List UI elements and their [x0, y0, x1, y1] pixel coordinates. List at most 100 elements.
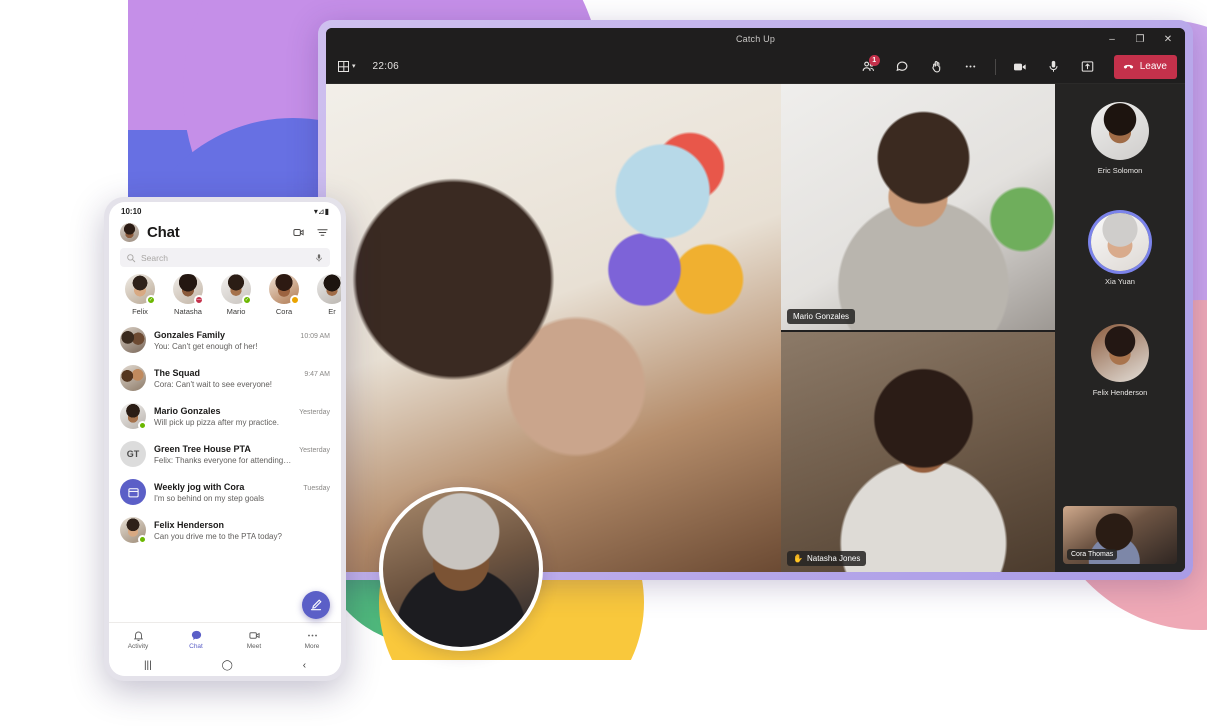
chat-list-item[interactable]: GT Green Tree House PTA Yesterday Felix:… [109, 435, 341, 473]
rail-participant-eric[interactable]: Eric Solomon [1091, 102, 1149, 175]
view-switcher-button[interactable]: ▾ [334, 58, 360, 75]
avatar-initials: GT [120, 441, 146, 467]
filter-button[interactable] [314, 225, 330, 241]
chat-timestamp: 9:47 AM [304, 370, 330, 378]
chat-icon [896, 61, 908, 72]
raise-hand-icon [932, 60, 941, 73]
home-button[interactable]: ◯ [222, 660, 233, 671]
bell-icon [133, 631, 143, 641]
video-feed-mario [781, 84, 1055, 330]
leave-call-button[interactable]: Leave [1113, 54, 1177, 79]
compose-icon [310, 599, 322, 611]
chat-list-item[interactable]: Mario Gonzales Yesterday Will pick up pi… [109, 397, 341, 435]
chat-item-header: Gonzales Family 10:09 AM [154, 330, 330, 340]
minimize-button[interactable]: – [1099, 29, 1125, 49]
share-screen-button[interactable] [1074, 55, 1102, 79]
chat-button[interactable] [889, 55, 917, 79]
more-options-button[interactable] [957, 55, 985, 79]
video-feed-main [326, 84, 781, 572]
avatar [1091, 324, 1149, 382]
participant-name: Felix Henderson [1092, 388, 1148, 397]
strip-person-eric[interactable]: Er [308, 274, 341, 316]
back-button[interactable]: ‹ [303, 660, 306, 671]
compose-message-button[interactable] [302, 591, 330, 619]
avatar[interactable] [120, 223, 139, 242]
screenshot-canvas: Catch Up – ❐ ✕ ▾ 22:06 1 Leave Mario Gon… [0, 0, 1207, 726]
presence-glyph: ✓ [244, 296, 250, 303]
camera-icon [1013, 63, 1026, 70]
search-bar[interactable]: Search [120, 248, 330, 267]
strip-person-mario[interactable]: ✓ Mario [212, 274, 260, 316]
nameplate-self: Cora Thomas [1067, 549, 1118, 560]
chat-icon [191, 630, 201, 640]
chat-item-header: Weekly jog with Cora Tuesday [154, 482, 330, 492]
presence-badge-available: ✓ [146, 295, 156, 305]
avatar [1091, 213, 1149, 271]
search-input[interactable]: Search [141, 253, 309, 263]
chat-title: Weekly jog with Cora [154, 481, 245, 492]
ellipsis-icon [307, 634, 317, 636]
chat-preview: You: Can't get enough of her! [154, 341, 258, 351]
raise-hand-button[interactable] [923, 55, 951, 79]
meet-now-button[interactable] [290, 225, 306, 241]
chat-preview: Can you drive me to the PTA today? [154, 531, 282, 541]
filter-icon [316, 229, 328, 236]
chat-preview: Will pick up pizza after my practice. [154, 417, 279, 427]
presence-badge-available [138, 421, 147, 430]
chat-title: Felix Henderson [154, 519, 225, 530]
nav-item-activity[interactable]: Activity [109, 623, 167, 655]
chat-preview: Cora: Can't wait to see everyone! [154, 379, 273, 389]
participant-name: Xia Yuan [1105, 277, 1135, 286]
chat-title: Mario Gonzales [154, 405, 221, 416]
phone-app-header: Chat [109, 220, 341, 248]
participant-rail: Eric Solomon Xia Yuan Felix Henderson Co… [1055, 84, 1185, 572]
chat-list-item[interactable]: The Squad 9:47 AM Cora: Can't wait to se… [109, 359, 341, 397]
chat-item-header: Green Tree House PTA Yesterday [154, 444, 330, 454]
nameplate-natasha: ✋ Natasha Jones [787, 551, 867, 566]
nav-label: More [304, 642, 320, 650]
chat-list-item[interactable]: Weekly jog with Cora Tuesday I'm so behi… [109, 473, 341, 511]
presence-glyph: ― [196, 296, 202, 303]
status-bar-icons: ▾⊿▮ [313, 206, 329, 216]
video-tile-main[interactable] [326, 84, 781, 572]
bottom-navigation: Activity Chat Meet More [109, 622, 341, 655]
chat-item-body: Felix Henderson Can you drive me to the … [154, 520, 330, 541]
strip-person-cora[interactable]: Cora [260, 274, 308, 316]
chat-item-header: The Squad 9:47 AM [154, 368, 330, 378]
recents-button[interactable]: ||| [144, 660, 152, 671]
rail-participant-xia[interactable]: Xia Yuan [1091, 213, 1149, 286]
calendar-icon [127, 487, 139, 497]
raised-hand-icon: ✋ [793, 554, 803, 563]
rail-participant-felix[interactable]: Felix Henderson [1091, 324, 1149, 397]
strip-person-natasha[interactable]: ― Natasha [164, 274, 212, 316]
chat-item-body: Weekly jog with Cora Tuesday I'm so behi… [154, 482, 330, 503]
restore-button[interactable]: ❐ [1127, 29, 1153, 49]
participant-name: Eric Solomon [1097, 166, 1143, 175]
self-video-tile[interactable]: Cora Thomas [1063, 506, 1177, 564]
grid-view-icon [338, 61, 349, 72]
close-button[interactable]: ✕ [1155, 29, 1181, 49]
chat-list: Gonzales Family 10:09 AM You: Can't get … [109, 321, 341, 622]
microphone-icon [316, 253, 322, 261]
camera-button[interactable] [1006, 55, 1034, 79]
chat-list-item[interactable]: Felix Henderson Can you drive me to the … [109, 511, 341, 549]
nav-item-chat[interactable]: Chat [167, 623, 225, 655]
nav-label: Activity [127, 642, 149, 650]
avatar [269, 274, 300, 305]
nav-item-meet[interactable]: Meet [225, 623, 283, 655]
chat-preview: Felix: Thanks everyone for attending… [154, 455, 292, 465]
people-button[interactable]: 1 [855, 54, 883, 79]
video-tile-natasha[interactable]: ✋ Natasha Jones [781, 332, 1055, 572]
nav-item-more[interactable]: More [283, 623, 341, 655]
strip-person-felix[interactable]: ✓ Felix [116, 274, 164, 316]
chat-list-item[interactable]: Gonzales Family 10:09 AM You: Can't get … [109, 321, 341, 359]
secondary-video-column: Mario Gonzales ✋ Natasha Jones [781, 84, 1055, 572]
chat-timestamp: 10:09 AM [300, 332, 330, 340]
person-name: Felix [132, 307, 148, 316]
people-strip: ✓ Felix ― Natasha ✓ Mario Cora Er [109, 274, 341, 321]
chat-item-body: Mario Gonzales Yesterday Will pick up pi… [154, 406, 330, 427]
microphone-icon [1049, 60, 1058, 72]
microphone-button[interactable] [1040, 55, 1068, 79]
hangup-icon [1123, 64, 1133, 69]
video-tile-mario[interactable]: Mario Gonzales [781, 84, 1055, 330]
